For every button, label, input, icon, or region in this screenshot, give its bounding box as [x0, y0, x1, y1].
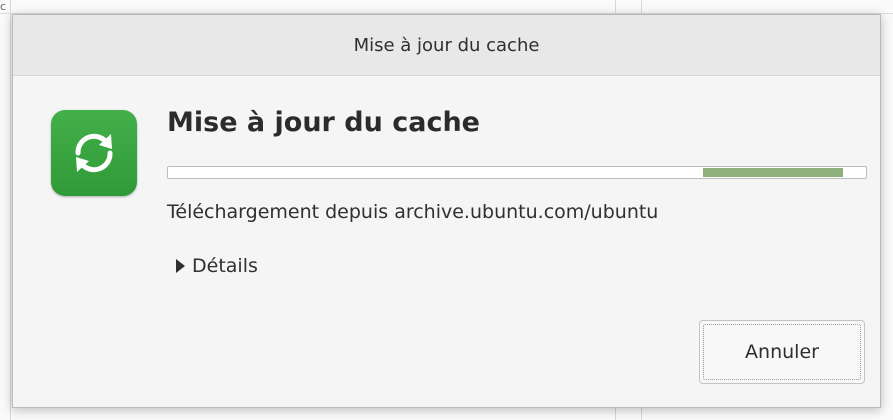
cancel-button-label: Annuler: [745, 341, 819, 363]
status-text: Téléchargement depuis archive.ubuntu.com…: [167, 201, 659, 223]
details-label: Détails: [192, 255, 258, 277]
progress-fill: [703, 168, 843, 177]
progress-bar: [167, 166, 867, 179]
expander-arrow-icon: [176, 259, 185, 273]
cancel-button[interactable]: Annuler: [699, 320, 865, 384]
refresh-icon: [51, 110, 137, 196]
background-corner-glyph: c: [0, 0, 7, 13]
dialog-titlebar[interactable]: Mise à jour du cache: [13, 15, 880, 76]
dialog-title: Mise à jour du cache: [353, 34, 540, 56]
background-divider: [10, 0, 11, 420]
dialog-heading: Mise à jour du cache: [167, 107, 480, 138]
details-expander[interactable]: Détails: [176, 255, 258, 277]
cache-update-dialog: Mise à jour du cache Mise à jour du cach…: [12, 14, 881, 408]
